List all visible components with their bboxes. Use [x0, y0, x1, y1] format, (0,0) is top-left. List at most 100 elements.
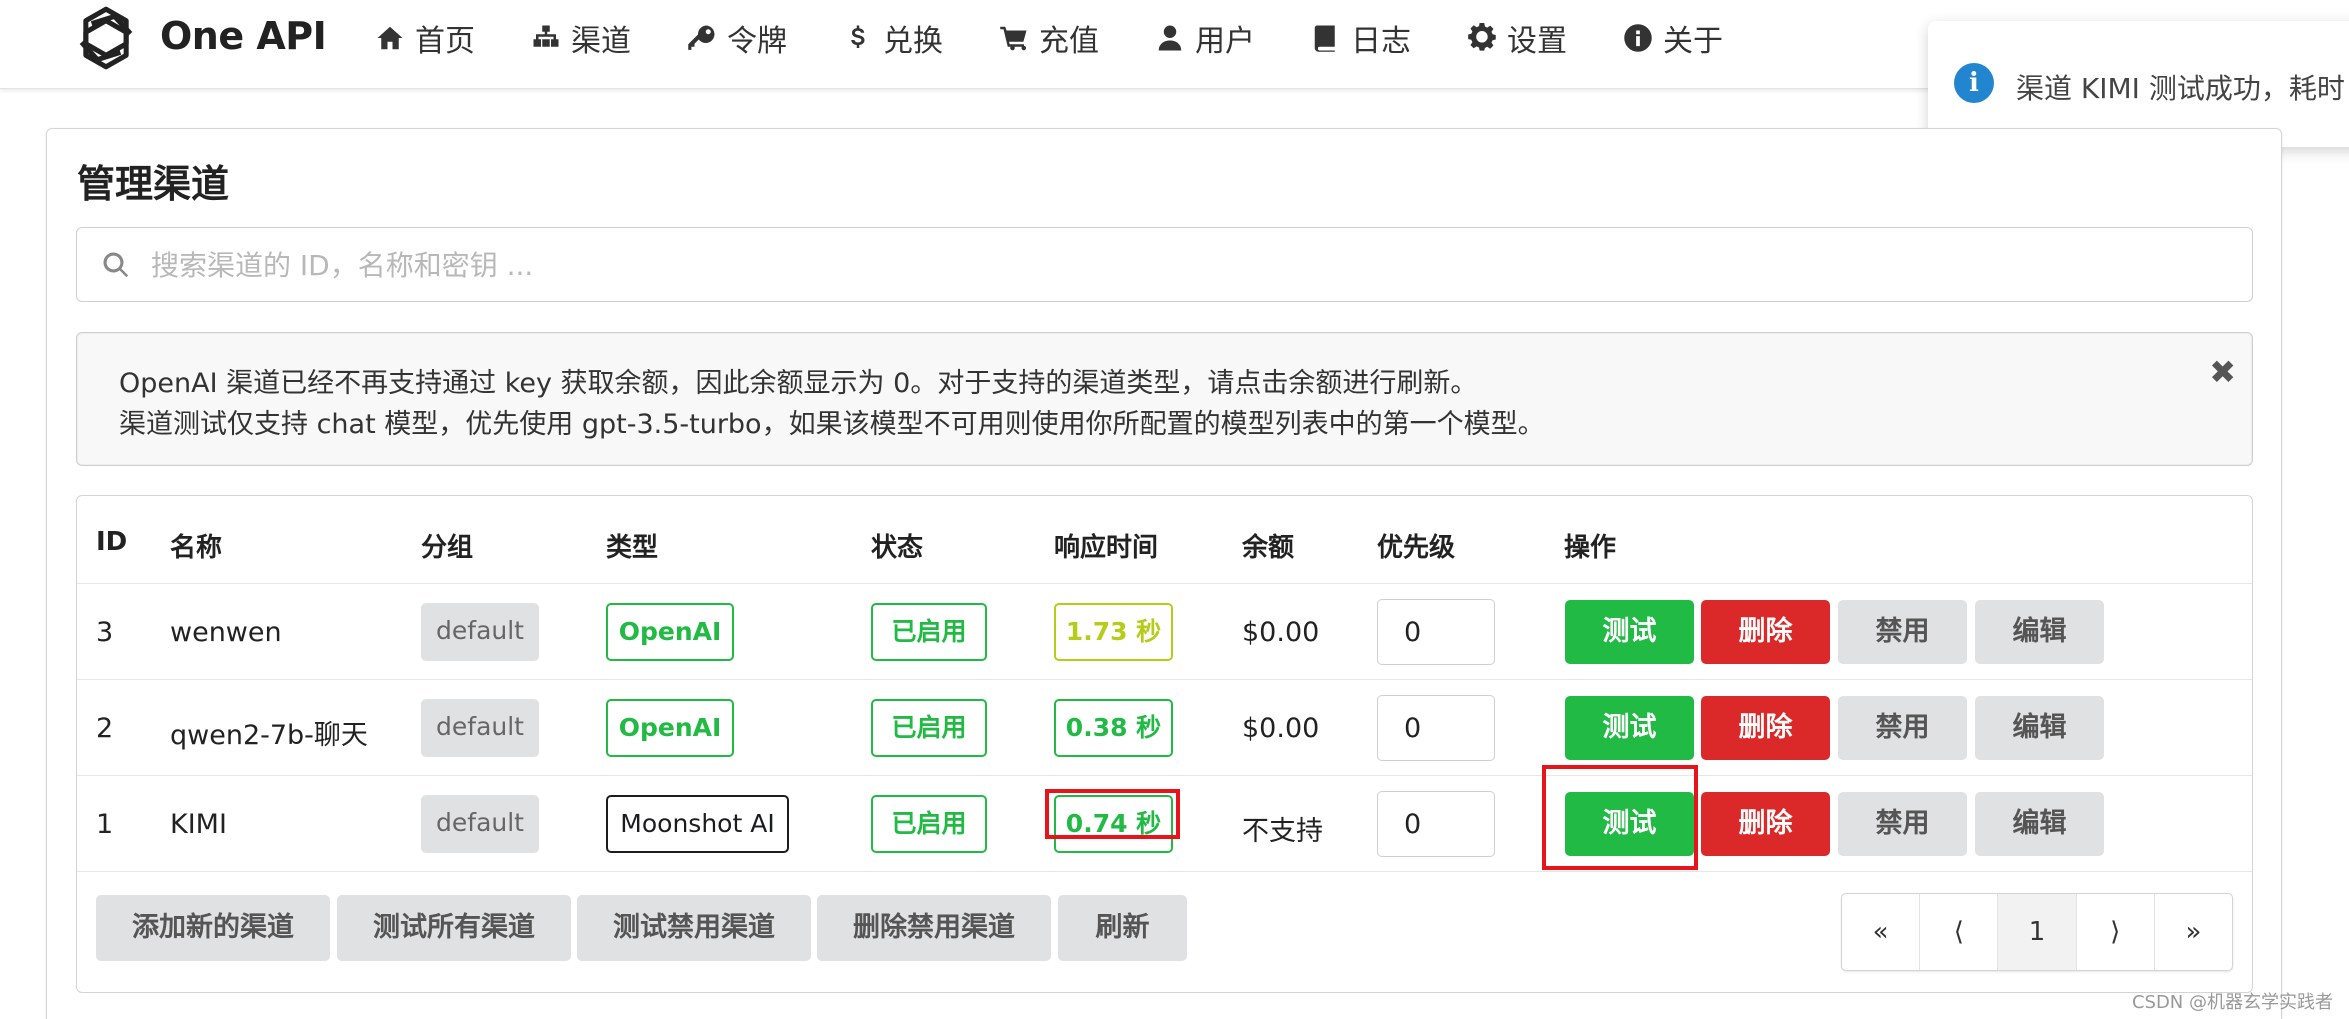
dollar-icon [851, 25, 865, 48]
header-name[interactable]: 名称 [170, 527, 222, 564]
main-nav: 首页 渠道 令牌 兑换 充值 用户 日志 设置 关于 [375, 16, 1779, 60]
cell-name: KIMI [170, 809, 227, 840]
nav-item-home[interactable]: 首页 [375, 16, 475, 60]
response-time-badge[interactable]: 0.74 秒 [1054, 795, 1173, 853]
gear-icon [1468, 23, 1496, 51]
edit-button[interactable]: 编辑 [1975, 792, 2104, 856]
openai-logo-icon[interactable] [70, 2, 142, 74]
cart-icon [1000, 26, 1027, 51]
toast-message: 渠道 KIMI 测试成功，耗时 [2016, 72, 2345, 105]
page-prev-button[interactable]: ⟨ [1920, 894, 1999, 970]
nav-item-channels[interactable]: 渠道 [531, 16, 631, 60]
type-tag: Moonshot AI [606, 795, 789, 853]
group-tag: default [421, 795, 539, 853]
info-circle-icon [1624, 24, 1652, 52]
header-balance[interactable]: 余额 [1242, 527, 1294, 564]
header-status[interactable]: 状态 [871, 527, 923, 564]
disable-button[interactable]: 禁用 [1838, 792, 1967, 856]
header-priority[interactable]: 优先级 [1377, 527, 1455, 564]
header-id[interactable]: ID [96, 527, 127, 557]
group-tag: default [421, 603, 539, 661]
row-divider [77, 583, 2252, 584]
header-actions: 操作 [1564, 533, 1617, 563]
balance-value[interactable]: 不支持 [1242, 809, 1323, 848]
home-icon [377, 26, 403, 50]
cell-id: 2 [96, 713, 114, 744]
disable-button[interactable]: 禁用 [1838, 600, 1967, 664]
page-title: 管理渠道 [77, 162, 230, 206]
test-button[interactable]: 测试 [1565, 600, 1694, 664]
disable-button[interactable]: 禁用 [1838, 696, 1967, 760]
header-group[interactable]: 分组 [421, 527, 473, 564]
info-notice: OpenAI 渠道已经不再支持通过 key 获取余额，因此余额显示为 0。对于支… [76, 332, 2253, 466]
delete-button[interactable]: 删除 [1701, 696, 1830, 760]
page-next-button[interactable]: ⟩ [2077, 894, 2155, 970]
add-channel-button[interactable]: 添加新的渠道 [96, 895, 330, 961]
pagination: « ⟨ 1 ⟩ » [1841, 893, 2233, 971]
cell-id: 3 [96, 617, 114, 648]
test-disabled-channels-button[interactable]: 测试禁用渠道 [577, 895, 811, 961]
sitemap-icon [533, 25, 559, 47]
edit-button[interactable]: 编辑 [1975, 600, 2104, 664]
nav-label: 渠道 [571, 24, 631, 59]
nav-item-tokens[interactable]: 令牌 [687, 16, 787, 60]
row-divider [77, 679, 2252, 680]
nav-item-topup[interactable]: 充值 [999, 16, 1099, 60]
nav-item-redeem[interactable]: 兑换 [843, 16, 943, 60]
priority-input[interactable] [1377, 791, 1495, 857]
response-time-badge[interactable]: 1.73 秒 [1054, 603, 1173, 661]
test-button[interactable]: 测试 [1565, 696, 1694, 760]
nav-label: 兑换 [883, 24, 943, 59]
test-all-channels-button[interactable]: 测试所有渠道 [337, 895, 571, 961]
nav-item-logs[interactable]: 日志 [1311, 16, 1411, 60]
balance-value[interactable]: $0.00 [1242, 713, 1319, 744]
nav-item-settings[interactable]: 设置 [1467, 16, 1567, 60]
key-icon [688, 25, 715, 50]
nav-label: 关于 [1663, 24, 1723, 59]
search-icon [103, 252, 129, 278]
search-box[interactable] [76, 227, 2253, 302]
header-type[interactable]: 类型 [606, 527, 658, 564]
notice-line-2: 渠道测试仅支持 chat 模型，优先使用 gpt-3.5-turbo，如果该模型… [119, 409, 1545, 440]
type-tag: OpenAI [606, 603, 734, 661]
priority-input[interactable] [1377, 695, 1495, 761]
nav-item-users[interactable]: 用户 [1155, 16, 1255, 60]
close-icon[interactable]: ✖ [2209, 353, 2236, 391]
status-badge: 已启用 [871, 603, 987, 661]
status-badge: 已启用 [871, 795, 987, 853]
nav-label: 用户 [1195, 24, 1255, 59]
row-divider [77, 775, 2252, 776]
header-response-time[interactable]: 响应时间 [1054, 527, 1158, 564]
page-last-button[interactable]: » [2155, 894, 2232, 970]
search-input[interactable] [151, 240, 2231, 290]
delete-button[interactable]: 删除 [1701, 600, 1830, 664]
cell-id: 1 [96, 809, 114, 840]
book-icon [1314, 25, 1335, 52]
nav-label: 设置 [1507, 24, 1567, 59]
delete-disabled-channels-button[interactable]: 删除禁用渠道 [817, 895, 1051, 961]
page-first-button[interactable]: « [1842, 894, 1921, 970]
row-divider [77, 871, 2252, 872]
nav-label: 充值 [1039, 24, 1099, 59]
priority-input[interactable] [1377, 599, 1495, 665]
watermark: CSDN @机器玄学实践者 [2131, 992, 2333, 1013]
notice-line-1: OpenAI 渠道已经不再支持通过 key 获取余额，因此余额显示为 0。对于支… [119, 368, 1478, 399]
response-time-badge[interactable]: 0.38 秒 [1054, 699, 1173, 757]
edit-button[interactable]: 编辑 [1975, 696, 2104, 760]
user-icon [1158, 25, 1182, 51]
refresh-button[interactable]: 刷新 [1058, 895, 1187, 961]
nav-item-about[interactable]: 关于 [1623, 16, 1723, 60]
nav-label: 日志 [1351, 24, 1411, 59]
nav-label: 首页 [415, 24, 475, 59]
status-badge: 已启用 [871, 699, 987, 757]
balance-value[interactable]: $0.00 [1242, 617, 1319, 648]
delete-button[interactable]: 删除 [1701, 792, 1830, 856]
cell-name: qwen2-7b-聊天 [170, 720, 368, 751]
nav-label: 令牌 [727, 24, 787, 59]
page-current-button[interactable]: 1 [1998, 894, 2077, 970]
group-tag: default [421, 699, 539, 757]
test-button[interactable]: 测试 [1565, 792, 1694, 856]
info-icon: i [1954, 63, 1994, 103]
type-tag: OpenAI [606, 699, 734, 757]
brand-name[interactable]: One API [160, 14, 327, 58]
